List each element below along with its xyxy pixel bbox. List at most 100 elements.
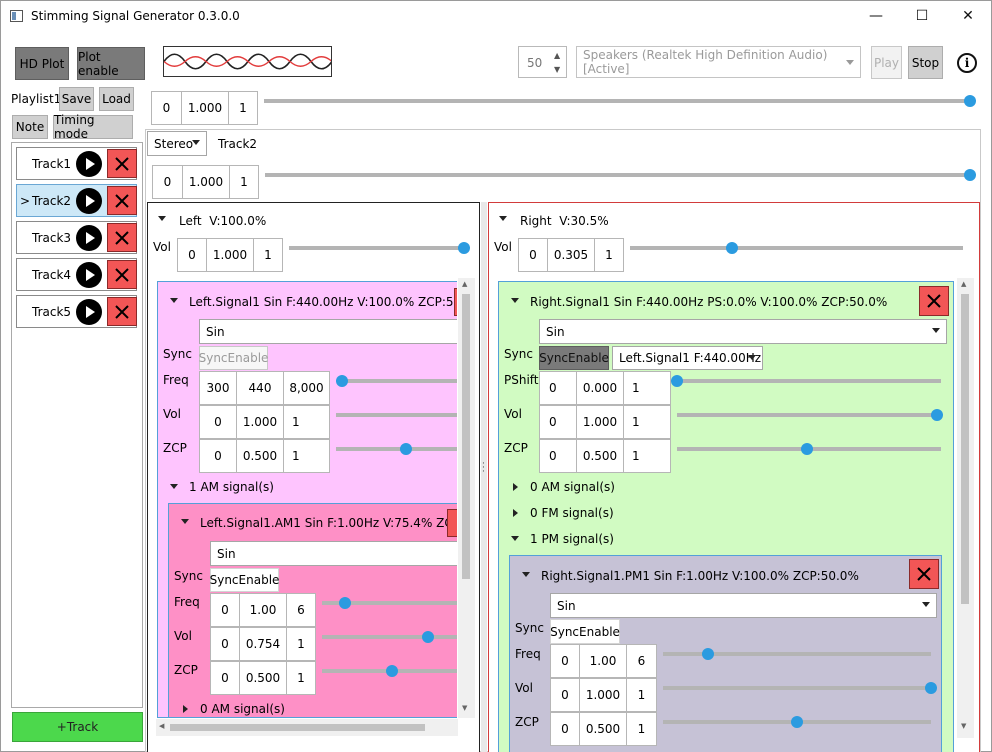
left-vol-min-field[interactable]: 0	[177, 238, 207, 272]
channel-mode-select[interactable]: Stereo	[147, 131, 207, 156]
zcp-slider-thumb[interactable]	[400, 443, 412, 455]
delete-signal-button[interactable]	[454, 288, 457, 316]
pm-freq-slider-thumb[interactable]	[701, 648, 714, 660]
splitter-grip-icon[interactable]: · · ·	[482, 460, 485, 477]
play-icon[interactable]	[76, 188, 102, 214]
pm-vol-max-field[interactable]: 1	[626, 678, 657, 712]
play-icon[interactable]	[76, 262, 102, 288]
vol-min-field[interactable]: 0	[199, 405, 237, 439]
maximize-button[interactable]: ☐	[899, 2, 945, 30]
pm-vol-slider-thumb[interactable]	[925, 682, 937, 694]
plot-enable-button[interactable]: Plot enable	[77, 47, 145, 80]
close-button[interactable]: ✕	[945, 2, 991, 30]
track-max-field[interactable]: 1	[229, 165, 259, 199]
delete-track-button[interactable]	[107, 260, 137, 289]
scroll-up-icon[interactable]: ▲	[961, 280, 966, 288]
vol-value-field[interactable]: 1.000	[236, 405, 284, 439]
minimize-button[interactable]: —	[853, 2, 899, 30]
channel-splitter[interactable]: · · ·	[481, 202, 487, 752]
collapse-signal-icon[interactable]	[511, 298, 519, 303]
hd-plot-button[interactable]: HD Plot	[15, 47, 69, 80]
zcp-value-field[interactable]: 0.500	[236, 439, 284, 473]
expand-am-icon[interactable]	[513, 483, 518, 491]
delete-pm-button[interactable]	[909, 559, 939, 589]
play-icon[interactable]	[76, 225, 102, 251]
sync-enable-button[interactable]: SyncEnable	[539, 346, 609, 370]
pshift-max-field[interactable]: 1	[623, 371, 671, 405]
zcp-slider-thumb[interactable]	[801, 443, 813, 455]
pm-sync-enable-button[interactable]: SyncEnable	[550, 619, 620, 644]
vol-slider-track[interactable]	[677, 413, 941, 417]
freq-slider-track[interactable]	[342, 379, 457, 383]
left-vol-max-field[interactable]: 1	[253, 238, 283, 272]
master-slider-track[interactable]	[264, 99, 970, 103]
vol-max-field[interactable]: 1	[283, 405, 330, 439]
am-vol-min-field[interactable]: 0	[210, 627, 240, 661]
right-vol-min-field[interactable]: 0	[518, 238, 548, 272]
note-button[interactable]: Note	[12, 115, 48, 139]
track-item[interactable]: Track4	[16, 258, 137, 291]
am-zcp-slider-thumb[interactable]	[386, 665, 398, 677]
master-value-field[interactable]: 1.000	[181, 91, 229, 125]
left-vol-slider-track[interactable]	[289, 246, 464, 250]
zcp-value-field[interactable]: 0.500	[576, 439, 624, 473]
pm-zcp-value-field[interactable]: 0.500	[579, 712, 627, 746]
pm-freq-value-field[interactable]: 1.00	[579, 644, 627, 678]
master-max-field[interactable]: 1	[228, 91, 258, 125]
pm-zcp-slider-thumb[interactable]	[791, 716, 803, 728]
pshift-value-field[interactable]: 0.000	[576, 371, 624, 405]
left-horizontal-scrollbar[interactable]: ◀	[156, 719, 458, 736]
left-vol-slider-thumb[interactable]	[458, 242, 470, 254]
vol-min-field[interactable]: 0	[539, 405, 577, 439]
am-zcp-max-field[interactable]: 1	[286, 661, 316, 695]
track-item[interactable]: > Track2	[16, 184, 137, 217]
buffer-spinner[interactable]: 50 ▲ ▼	[518, 46, 567, 78]
freq-slider-thumb[interactable]	[336, 375, 348, 387]
pshift-min-field[interactable]: 0	[539, 371, 577, 405]
am-type-select[interactable]: Sin	[210, 541, 457, 566]
left-hscroll-thumb[interactable]	[170, 724, 425, 731]
audio-device-select[interactable]: Speakers (Realtek High Definition Audio)…	[576, 46, 861, 78]
stop-button[interactable]: Stop	[908, 46, 943, 79]
delete-track-button[interactable]	[107, 149, 137, 178]
scroll-down-icon[interactable]: ▼	[961, 722, 966, 730]
collapse-am-signal-icon[interactable]	[181, 519, 189, 524]
track-item[interactable]: Track1	[16, 147, 137, 180]
pm-vol-min-field[interactable]: 0	[550, 678, 580, 712]
play-icon[interactable]	[76, 299, 102, 325]
vol-slider-thumb[interactable]	[931, 409, 943, 421]
master-min-field[interactable]: 0	[151, 91, 182, 125]
freq-value-field[interactable]: 440	[236, 371, 284, 405]
vol-value-field[interactable]: 1.000	[576, 405, 624, 439]
track-slider-track[interactable]	[265, 173, 970, 177]
master-slider-thumb[interactable]	[964, 95, 976, 107]
pm-vol-value-field[interactable]: 1.000	[579, 678, 627, 712]
load-button[interactable]: Load	[99, 87, 134, 111]
zcp-max-field[interactable]: 1	[283, 439, 330, 473]
am-vol-value-field[interactable]: 0.754	[239, 627, 287, 661]
delete-track-button[interactable]	[107, 186, 137, 215]
spin-up-icon[interactable]: ▲	[554, 51, 560, 60]
vol-slider-track[interactable]	[336, 413, 457, 417]
pshift-slider-track[interactable]	[677, 379, 941, 383]
collapse-pm-icon[interactable]	[511, 536, 519, 541]
pm-vol-slider-track[interactable]	[663, 686, 931, 690]
spin-down-icon[interactable]: ▼	[554, 65, 560, 74]
delete-track-button[interactable]	[107, 297, 137, 326]
zcp-slider-track[interactable]	[336, 447, 457, 451]
info-icon[interactable]: i	[957, 53, 977, 73]
zcp-min-field[interactable]: 0	[199, 439, 237, 473]
right-scroll-thumb[interactable]	[961, 294, 969, 604]
freq-min-field[interactable]: 300	[199, 371, 237, 405]
delete-am-button[interactable]	[447, 509, 457, 537]
pshift-slider-thumb[interactable]	[671, 375, 683, 387]
delete-track-button[interactable]	[107, 223, 137, 252]
pm-zcp-min-field[interactable]: 0	[550, 712, 580, 746]
pm-zcp-max-field[interactable]: 1	[626, 712, 657, 746]
collapse-signal-icon[interactable]	[170, 298, 178, 303]
zcp-max-field[interactable]: 1	[623, 439, 671, 473]
am-freq-slider-thumb[interactable]	[339, 597, 352, 609]
pm-freq-max-field[interactable]: 6	[626, 644, 657, 678]
am-vol-slider-thumb[interactable]	[421, 631, 434, 643]
right-vol-slider-track[interactable]	[630, 246, 963, 250]
